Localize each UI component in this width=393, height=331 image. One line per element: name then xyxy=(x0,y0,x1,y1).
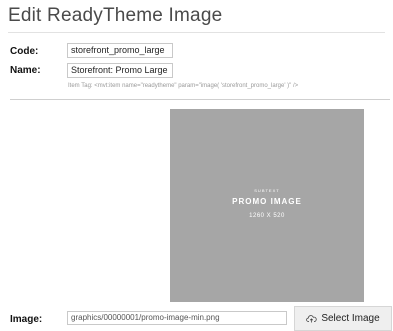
title-divider xyxy=(8,32,385,33)
name-field[interactable]: Storefront: Promo Large xyxy=(67,63,173,78)
page-title: Edit ReadyTheme Image xyxy=(8,5,223,26)
preview-size-text: 1260 X 520 xyxy=(249,213,285,219)
preview-main-text: PROMO IMAGE xyxy=(232,197,302,206)
image-path-field[interactable]: graphics/00000001/promo-image-min.png xyxy=(67,311,287,325)
name-label: Name: xyxy=(10,65,41,76)
code-label: Code: xyxy=(10,46,39,57)
item-tag-hint: Item Tag: <mvt:item name="readytheme" pa… xyxy=(68,83,299,89)
code-field[interactable]: storefront_promo_large xyxy=(67,43,173,58)
cloud-upload-icon xyxy=(306,314,317,322)
section-divider xyxy=(10,99,390,100)
image-label: Image: xyxy=(10,314,43,325)
preview-subtext: SUBTEXT xyxy=(254,188,280,193)
image-preview: SUBTEXT PROMO IMAGE 1260 X 520 xyxy=(170,109,364,302)
select-image-label: Select Image xyxy=(321,313,380,324)
select-image-button[interactable]: Select Image xyxy=(294,306,392,331)
